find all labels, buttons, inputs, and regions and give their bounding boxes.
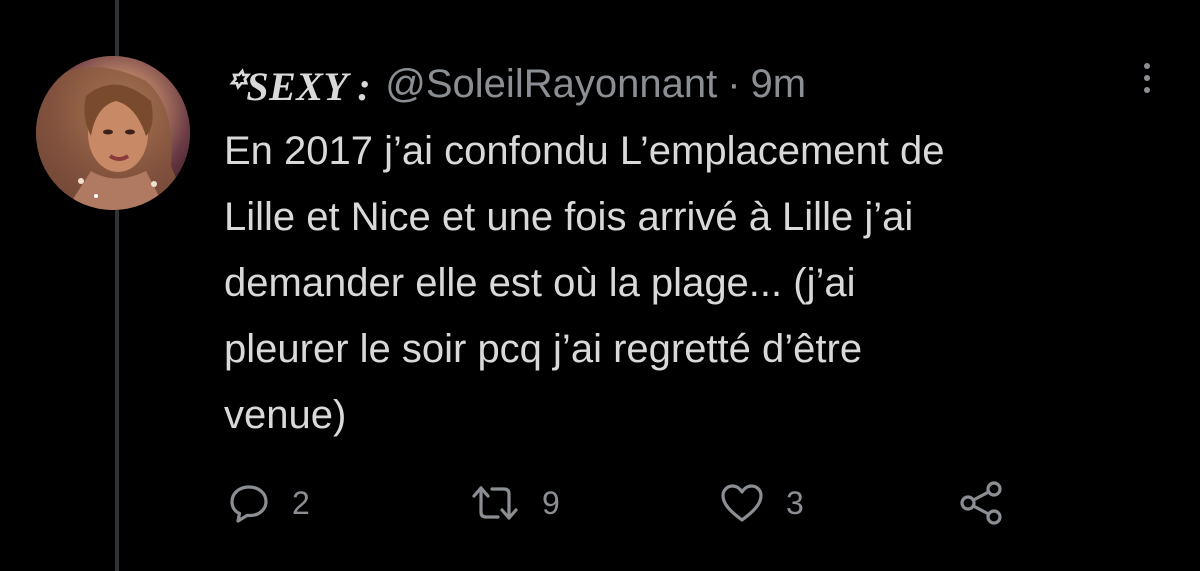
heart-icon: [720, 482, 764, 524]
avatar[interactable]: [36, 56, 190, 210]
more-button[interactable]: [1132, 58, 1162, 98]
reply-button[interactable]: 2: [228, 478, 310, 528]
display-name[interactable]: ꙳SEXY :: [224, 57, 371, 112]
like-count: 3: [786, 484, 804, 521]
timestamp[interactable]: 9m: [751, 62, 807, 107]
reply-count: 2: [292, 484, 310, 521]
retweet-count: 9: [542, 484, 560, 521]
retweet-icon: [470, 482, 520, 524]
separator-dot: ·: [727, 61, 741, 106]
share-icon: [958, 480, 1004, 526]
user-handle[interactable]: @SoleilRayonnant: [385, 62, 717, 107]
more-icon: [1144, 63, 1150, 69]
reply-icon: [228, 482, 270, 524]
retweet-button[interactable]: 9: [470, 478, 560, 528]
action-bar: 2 9 3: [0, 478, 1200, 528]
share-button[interactable]: [958, 478, 1004, 528]
like-button[interactable]: 3: [720, 478, 804, 528]
tweet-header: ꙳SEXY : @SoleilRayonnant · 9m: [224, 60, 807, 109]
tweet-text: En 2017 j’ai confondu L’emplacement de L…: [224, 129, 945, 437]
